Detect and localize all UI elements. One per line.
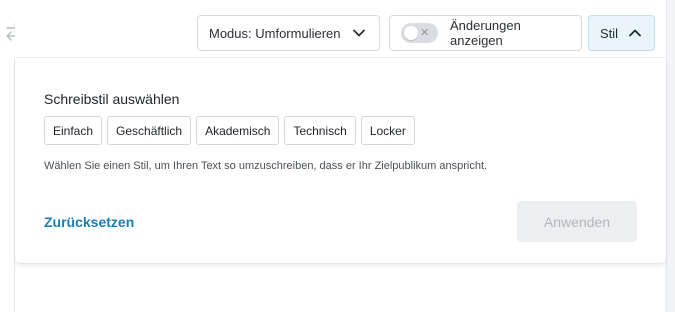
style-label: Stil [600,25,619,41]
show-changes-toggle[interactable]: ✕ [401,23,438,43]
right-divider [666,0,667,312]
toolbar: Modus: Umformulieren ✕ Änderungen anzeig… [15,0,666,58]
chevron-down-icon [352,29,365,37]
show-changes-label: Änderungen anzeigen [450,18,521,48]
toggle-knob [404,26,418,40]
style-option-locker[interactable]: Locker [360,116,415,145]
mode-label: Modus: Umformulieren [209,25,341,41]
style-option-technisch[interactable]: Technisch [284,116,356,145]
panel-title: Schreibstil auswählen [44,91,180,107]
left-strip [0,0,20,312]
apply-button[interactable]: Anwenden [517,201,637,242]
mode-dropdown-button[interactable]: Modus: Umformulieren [197,15,380,51]
style-option-akademisch[interactable]: Akademisch [196,116,280,145]
style-option-einfach[interactable]: Einfach [44,116,103,145]
close-icon: ✕ [420,27,430,39]
show-changes-toggle-button[interactable]: ✕ Änderungen anzeigen [389,15,582,51]
panel-description: Wählen Sie einen Stil, um Ihren Text so … [44,160,488,172]
reset-button[interactable]: Zurücksetzen [44,214,134,230]
style-panel: Schreibstil auswählen Einfach Geschäftli… [15,58,666,264]
style-options: Einfach Geschäftlich Akademisch Technisc… [44,116,415,145]
style-option-geschaeftlich[interactable]: Geschäftlich [107,116,192,145]
chevron-up-icon [629,29,641,37]
style-dropdown-button[interactable]: Stil [588,15,655,51]
